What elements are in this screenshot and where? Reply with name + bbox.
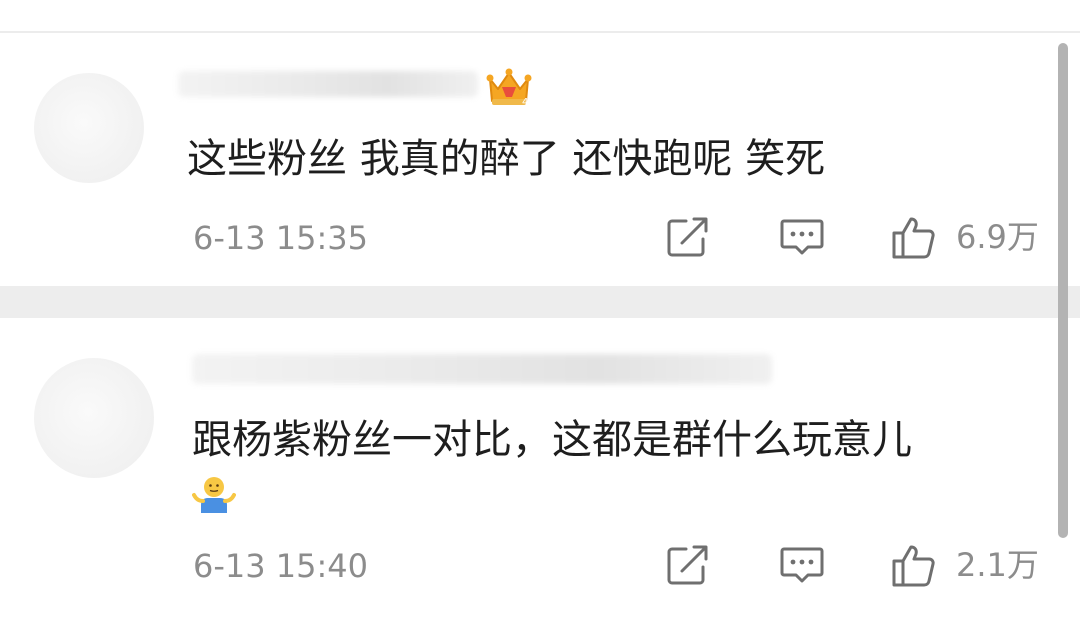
share-icon (667, 545, 708, 585)
share-button[interactable] (664, 215, 712, 259)
share-button[interactable] (664, 543, 712, 587)
comment-icon (780, 547, 824, 583)
avatar[interactable] (34, 358, 154, 478)
comment-text: 这些粉丝 我真的醉了 还快跑呢 笑死 (187, 136, 826, 182)
thumbs-up-icon (892, 217, 935, 259)
comment-list-screen: 4 这些粉丝 我真的醉了 还快跑呢 笑死 6-13 15:35 6.9万 跟杨紫… (0, 0, 1080, 623)
like-count: 6.9万 (956, 218, 1039, 256)
reply-button[interactable] (778, 215, 826, 259)
share-icon (667, 217, 708, 257)
scrollbar[interactable] (1058, 43, 1068, 538)
reply-button[interactable] (778, 543, 826, 587)
svg-text:4: 4 (522, 97, 528, 108)
comment-icon (780, 219, 824, 255)
comment-item: 4 这些粉丝 我真的醉了 还快跑呢 笑死 6-13 15:35 6.9万 (0, 33, 1080, 286)
like-button[interactable]: 6.9万 (890, 215, 1039, 259)
like-count: 2.1万 (956, 546, 1039, 584)
crown-badge-icon: 4 (486, 68, 532, 108)
comment-timestamp: 6-13 15:35 (193, 219, 369, 257)
comment-timestamp: 6-13 15:40 (193, 547, 369, 585)
username-redacted[interactable] (192, 354, 772, 384)
username-redacted[interactable] (178, 71, 478, 97)
avatar[interactable] (34, 73, 144, 183)
comment-text: 跟杨紫粉丝一对比，这都是群什么玩意儿 (192, 417, 912, 463)
comment-item: 跟杨紫粉丝一对比，这都是群什么玩意儿 6-13 15:40 2.1万 (0, 318, 1080, 623)
thumbs-up-icon (892, 545, 935, 587)
like-button[interactable]: 2.1万 (890, 543, 1039, 587)
section-divider (0, 286, 1080, 318)
shrug-emoji-icon (192, 477, 236, 513)
